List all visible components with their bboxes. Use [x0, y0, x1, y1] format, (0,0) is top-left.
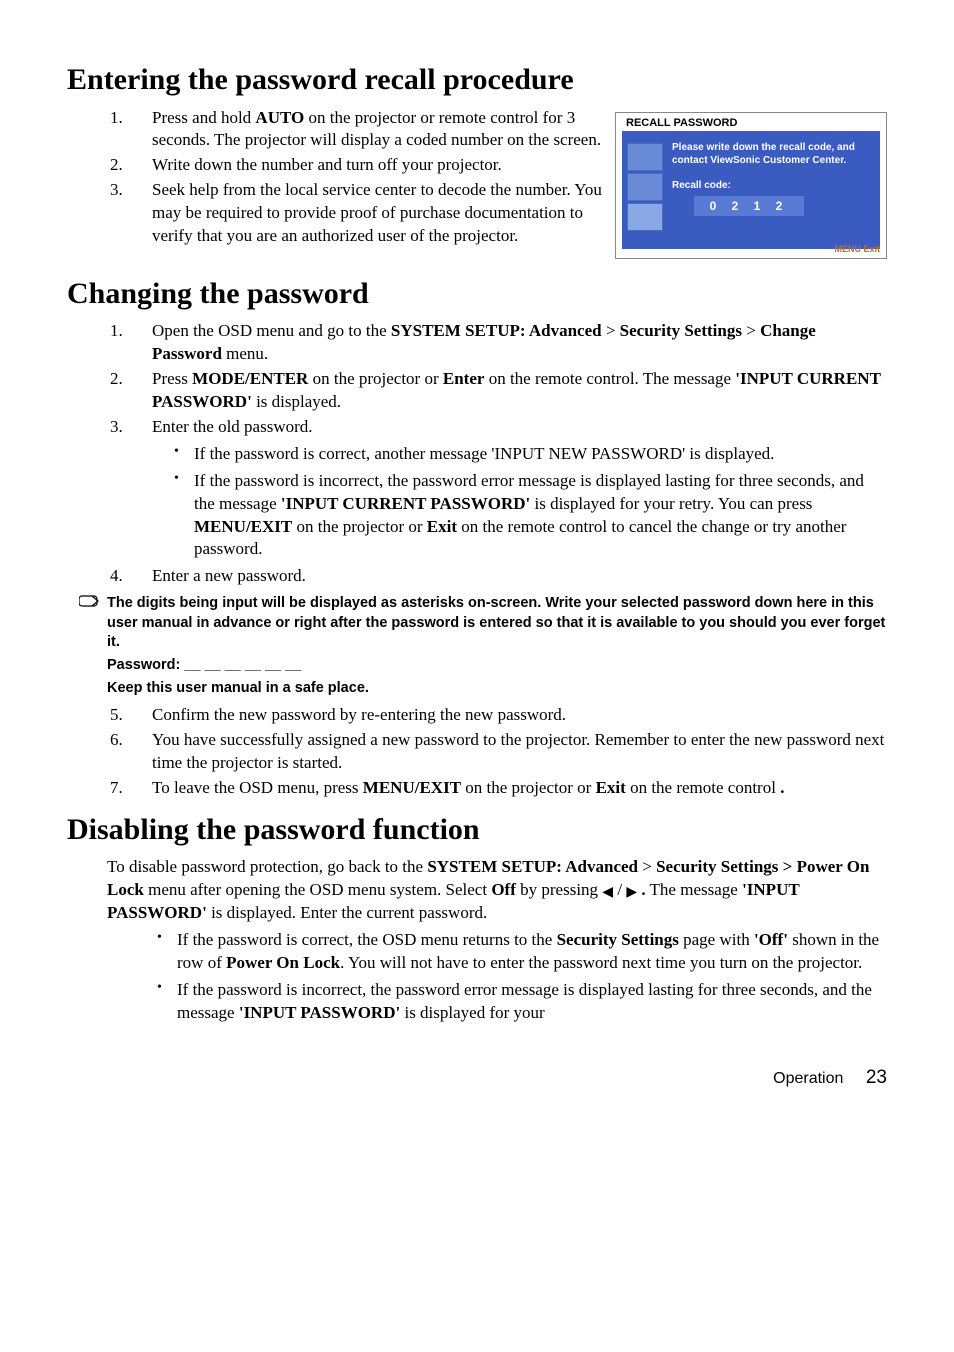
list-item: Open the OSD menu and go to the SYSTEM S…: [127, 320, 887, 366]
footer-label: Operation: [773, 1070, 843, 1087]
list-item: If the password is incorrect, the passwo…: [147, 979, 887, 1025]
figure-recall-password: RECALL PASSWORD Please write down the re…: [615, 112, 887, 259]
disabling-body: To disable password protection, go back …: [107, 856, 887, 925]
heading-changing: Changing the password: [67, 274, 887, 315]
list-item: To leave the OSD menu, press MENU/EXIT o…: [127, 777, 887, 800]
figure-side-icons: [627, 143, 663, 231]
list-item: Press MODE/ENTER on the projector or Ent…: [127, 368, 887, 414]
list-item: Enter a new password.: [127, 565, 887, 588]
note-icon: [79, 594, 99, 615]
disabling-sublist: If the password is correct, the OSD menu…: [147, 929, 887, 1025]
figure-screen: Please write down the recall code, and c…: [622, 131, 880, 249]
changing-steps: Open the OSD menu and go to the SYSTEM S…: [97, 320, 887, 588]
footer-page: 23: [866, 1067, 887, 1088]
note-password-line: Password: __ __ __ __ __ __: [107, 656, 887, 676]
changing-steps-cont: Confirm the new password by re-entering …: [97, 704, 887, 800]
list-item: Press and hold AUTO on the projector or …: [127, 107, 607, 153]
note-text-2: Keep this user manual in a safe place.: [107, 679, 887, 699]
page-footer: Operation 23: [67, 1065, 887, 1091]
figure-title: RECALL PASSWORD: [626, 116, 737, 131]
note-block: The digits being input will be displayed…: [107, 594, 887, 698]
list-item: Seek help from the local service center …: [127, 179, 607, 248]
list-item: If the password is incorrect, the passwo…: [164, 470, 887, 562]
note-text-1: The digits being input will be displayed…: [107, 594, 887, 653]
list-item: You have successfully assigned a new pas…: [127, 729, 887, 775]
sublist: If the password is correct, another mess…: [164, 443, 887, 562]
figure-exit: MENU Exit: [834, 243, 880, 255]
list-item: Enter the old password.If the password i…: [127, 416, 887, 562]
heading-recall: Entering the password recall procedure: [67, 60, 887, 101]
list-item: Confirm the new password by re-entering …: [127, 704, 887, 727]
list-item: Write down the number and turn off your …: [127, 154, 607, 177]
figure-code: 0 2 1 2: [694, 196, 804, 216]
list-item: If the password is correct, the OSD menu…: [147, 929, 887, 975]
heading-disabling: Disabling the password function: [67, 810, 887, 851]
recall-steps: Press and hold AUTO on the projector or …: [97, 107, 607, 249]
list-item: If the password is correct, another mess…: [164, 443, 887, 466]
